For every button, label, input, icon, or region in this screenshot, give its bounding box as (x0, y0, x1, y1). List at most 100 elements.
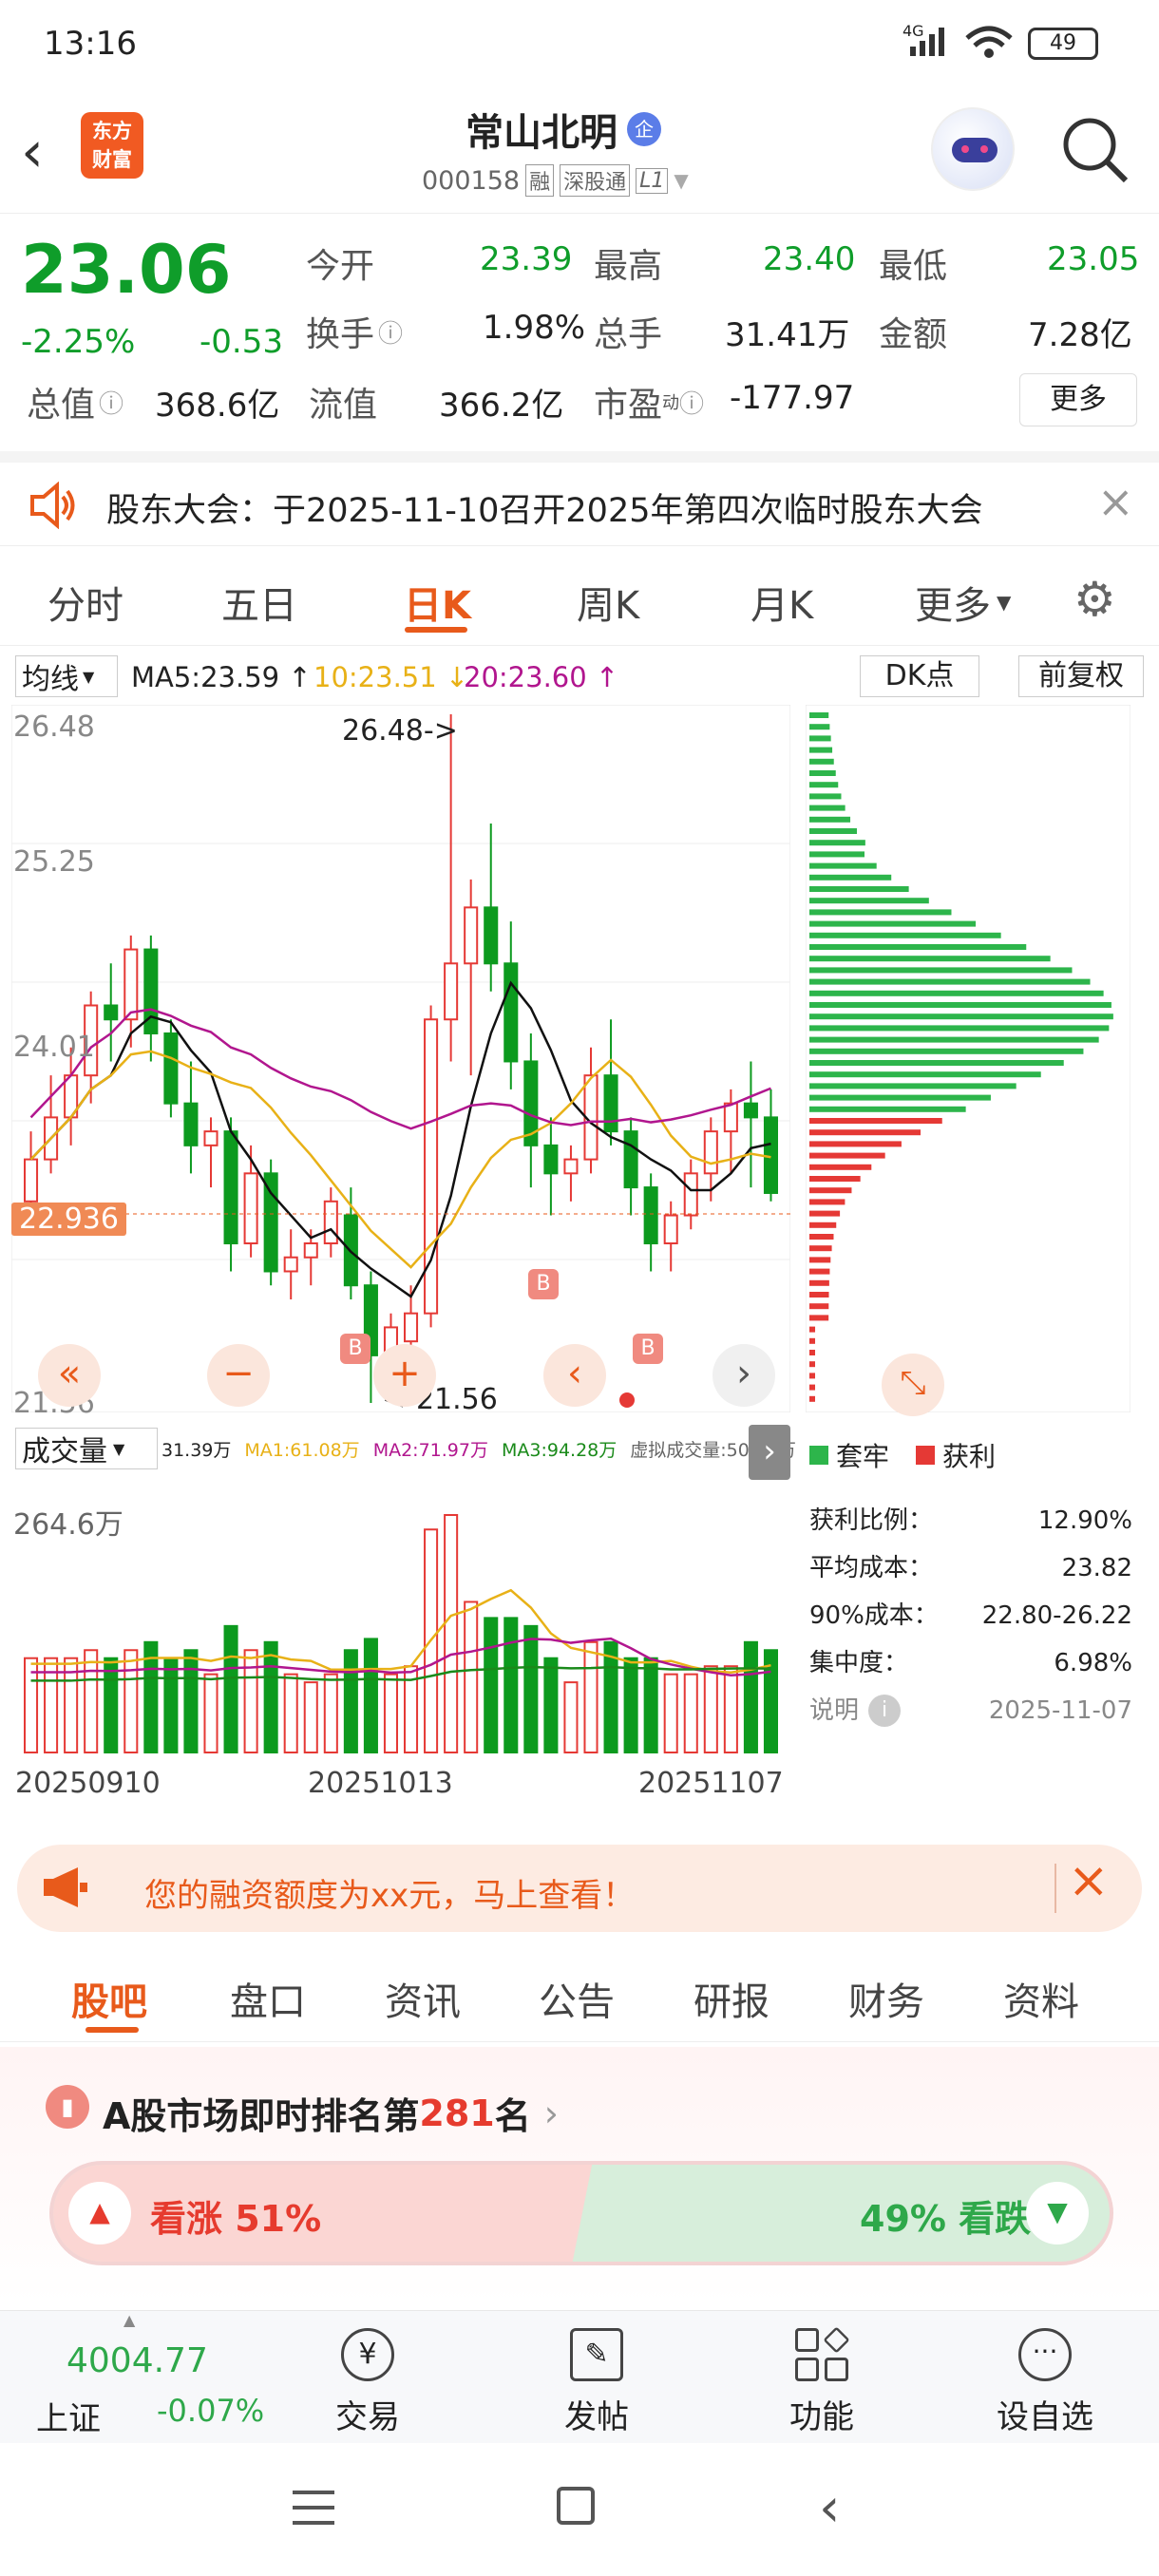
zoom-in-icon[interactable]: + (373, 1344, 436, 1407)
candle (643, 1186, 658, 1245)
tab-research[interactable]: 研报 (694, 1971, 770, 2026)
expand-right-icon[interactable]: › (749, 1425, 790, 1480)
kline-svg[interactable] (11, 705, 790, 1412)
search-icon[interactable] (1059, 114, 1130, 188)
tab-daily-k[interactable]: 日K (404, 575, 471, 630)
tab-indicator (86, 2027, 139, 2033)
tab-announcements[interactable]: 公告 (539, 1971, 615, 2026)
back-nav-icon[interactable]: ‹ (819, 2477, 840, 2539)
ma5-label: MA5:23.59 ↑ (131, 661, 312, 693)
quote-panel: 23.06 -2.25% -0.53 今开 23.39 最高 23.40 最低 … (0, 214, 1159, 451)
volume-ma-legend: 31.39万 MA1:61.08万 MA2:71.97万 MA3:94.28万 … (162, 1436, 796, 1462)
enterprise-badge: 企 (627, 112, 661, 146)
chip-bar (809, 990, 1104, 996)
info-icon[interactable]: ⓘ (99, 385, 124, 420)
tab-forum[interactable]: 股吧 (71, 1971, 147, 2026)
chip-bar (809, 1164, 872, 1170)
chip-bar (809, 1106, 966, 1112)
next-icon[interactable]: › (712, 1344, 775, 1407)
y-label-top: 26.48 (13, 710, 95, 744)
chip-bar (809, 978, 1091, 985)
chip-bar (809, 735, 831, 742)
adjust-button[interactable]: 前复权 (1018, 655, 1144, 697)
up-arrow-icon[interactable]: ▲ (68, 2182, 131, 2245)
market-rank-card: ▮ A股市场即时排名第 281 名 › ▲ 看涨 51% 49% 看跌 ▼ (0, 2047, 1159, 2303)
close-icon[interactable]: × (1097, 476, 1134, 527)
stock-title: 常山北明 企 (466, 102, 661, 157)
chip-bar (809, 1118, 942, 1124)
ma-selector[interactable]: 均线 ▼ (15, 655, 118, 697)
chip-bar (809, 758, 834, 765)
tab-finance[interactable]: 财务 (848, 1971, 924, 2026)
dk-button[interactable]: DK点 (860, 655, 979, 697)
candle (683, 1172, 698, 1217)
info-icon[interactable]: ⓘ (378, 314, 403, 350)
index-value[interactable]: 4004.77 (66, 2341, 208, 2380)
tab-monthly-k[interactable]: 月K (750, 575, 813, 630)
function-button[interactable]: 功能 (784, 2326, 860, 2437)
chip-bar (809, 828, 857, 834)
scroll-left-icon[interactable]: « (38, 1344, 101, 1407)
vol-ma2: MA2:71.97万 (372, 1440, 488, 1461)
candle (24, 1158, 39, 1203)
tab-weekly-k[interactable]: 周K (577, 575, 639, 630)
chip-bar (809, 1257, 831, 1263)
tab-timeshare[interactable]: 分时 (48, 575, 124, 630)
chip-bar (809, 724, 830, 730)
volume-bar (643, 1657, 658, 1753)
menu-icon[interactable] (293, 2489, 334, 2530)
tab-news[interactable]: 资讯 (385, 1971, 461, 2026)
down-arrow-icon[interactable]: ▼ (1026, 2182, 1089, 2245)
candle (243, 1172, 258, 1245)
volume-value: 31.41万 (725, 316, 850, 354)
bearish-label[interactable]: 49% 看跌 (860, 2189, 1031, 2242)
volume-bar (323, 1673, 338, 1753)
live-dot (619, 1392, 635, 1408)
more-button[interactable]: 更多 (1019, 373, 1137, 426)
index-change: -0.07% (157, 2393, 265, 2429)
candle (303, 1242, 318, 1259)
dropdown-icon[interactable]: ▼ (674, 169, 688, 192)
chip-bar (809, 1129, 922, 1136)
candle (444, 962, 459, 1021)
status-bar: 13:16 4G 49 (0, 0, 1159, 90)
watchlist-button[interactable]: ··· 设自选 (988, 2328, 1102, 2437)
expand-icon[interactable]: ⤡ (882, 1354, 944, 1416)
y-label-mid: 25.25 (13, 845, 95, 879)
rank-title[interactable]: A股市场即时排名第 281 名 › (103, 2087, 559, 2139)
chip-bar (809, 956, 1051, 962)
back-icon[interactable]: ‹ (21, 119, 44, 185)
margin-promo-banner[interactable]: 您的融资额度为xx元，马上查看！ × (17, 1845, 1142, 1932)
candle (203, 1130, 218, 1146)
current-price: 23.06 (21, 231, 232, 309)
volume-selector[interactable]: 成交量 ▼ (15, 1428, 158, 1469)
close-icon[interactable]: × (1068, 1852, 1110, 1909)
trade-button[interactable]: ¥ 交易 (334, 2328, 401, 2437)
settings-gear-icon[interactable]: ⚙ (1074, 572, 1116, 627)
chevron-up-icon[interactable]: ▲ (124, 2311, 135, 2329)
bullish-label[interactable]: 看涨 51% (150, 2189, 321, 2242)
info-icon[interactable]: ⓘ (679, 385, 704, 420)
tab-more[interactable]: 更多 ▼ (915, 575, 1011, 630)
tab-orderbook[interactable]: 盘口 (230, 1971, 306, 2026)
assistant-avatar[interactable] (931, 107, 1015, 191)
notice-bar[interactable]: 股东大会：于2025-11-10召开2025年第四次临时股东大会 × (0, 451, 1159, 546)
chip-bar (809, 1395, 816, 1402)
date-label-1: 20250910 (15, 1767, 161, 1800)
tab-profile[interactable]: 资料 (1003, 1971, 1079, 2026)
chip-bar (809, 747, 833, 753)
prev-icon[interactable]: ‹ (543, 1344, 606, 1407)
volume-bar (543, 1657, 559, 1753)
stock-name: 常山北明 (466, 111, 618, 155)
info-icon[interactable]: i (868, 1695, 902, 1727)
chip-bar (809, 967, 1073, 974)
post-button[interactable]: ✎ 发帖 (559, 2328, 635, 2437)
volume-bar (743, 1640, 758, 1754)
chip-bar (809, 1141, 902, 1147)
candle (323, 1200, 338, 1245)
chip-bar (809, 1268, 830, 1275)
home-icon[interactable] (557, 2487, 595, 2525)
volume-bar (283, 1673, 298, 1753)
tab-five-day[interactable]: 五日 (221, 575, 297, 630)
zoom-out-icon[interactable]: − (207, 1344, 270, 1407)
